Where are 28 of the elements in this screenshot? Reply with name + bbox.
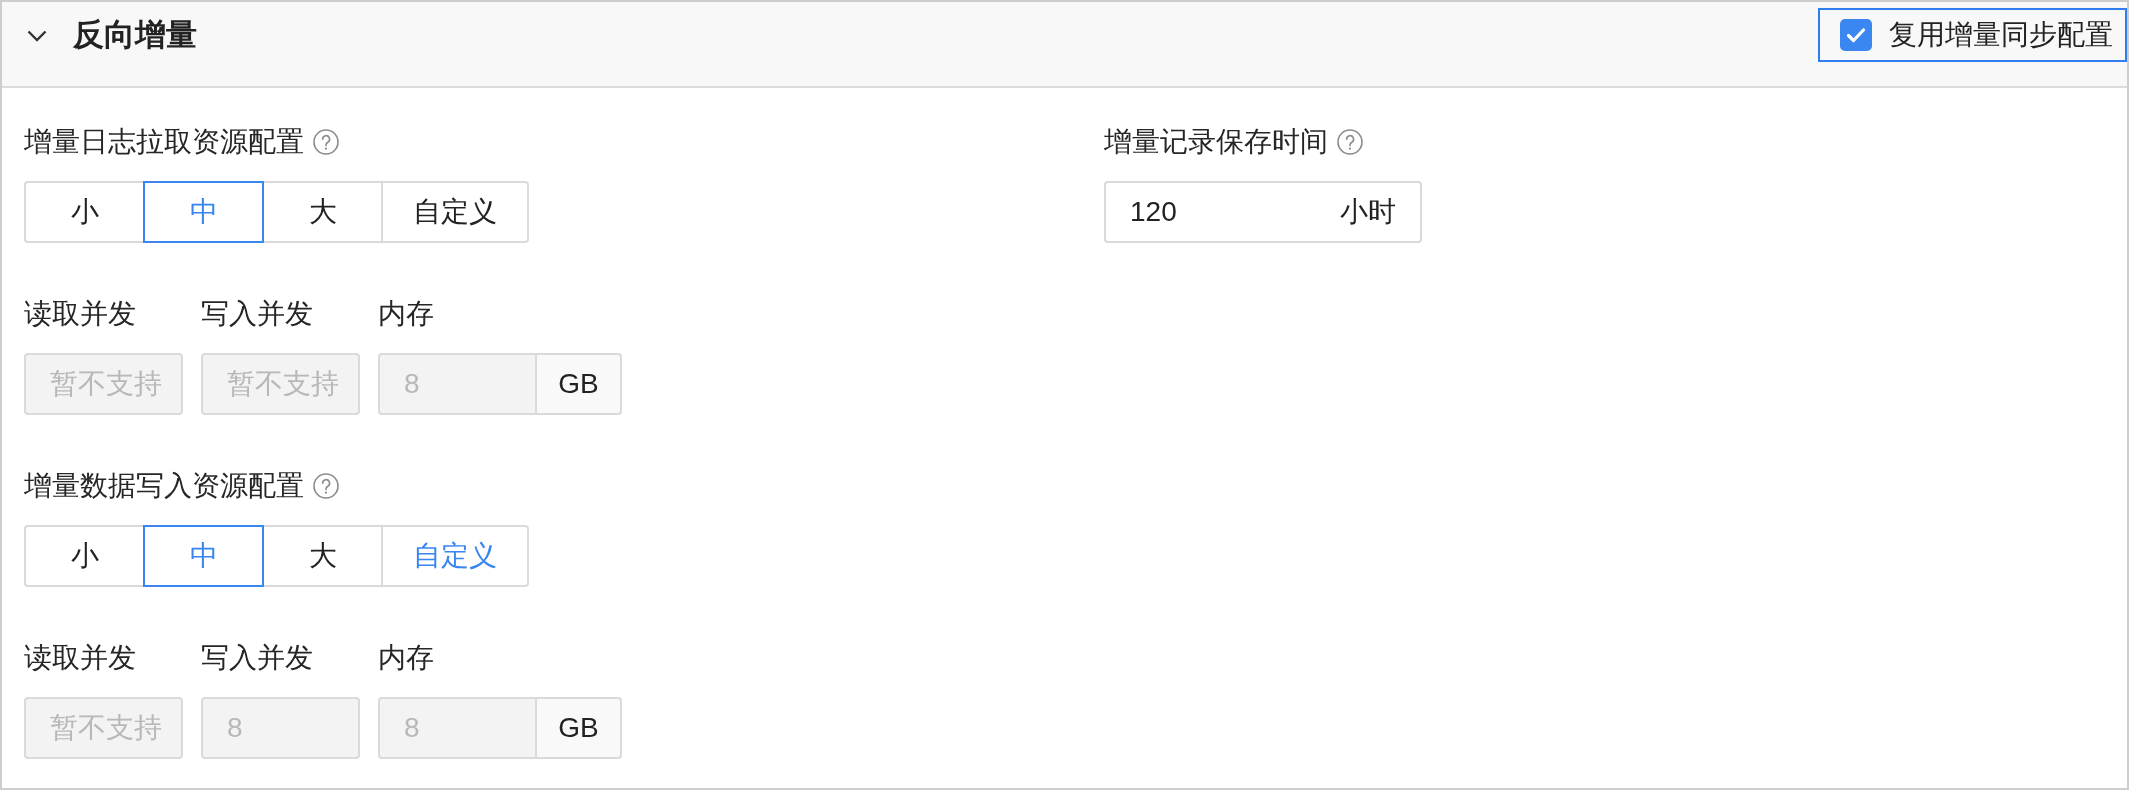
size-option[interactable]: 自定义: [381, 525, 529, 587]
unit-label: 小时: [1340, 195, 1396, 229]
size-option[interactable]: 自定义: [381, 181, 529, 243]
checkbox-label: 复用增量同步配置: [1889, 18, 2113, 52]
size-option[interactable]: 大: [262, 181, 383, 243]
size-option[interactable]: 小: [24, 525, 145, 587]
field-label: 内存: [378, 297, 435, 331]
field-label: 写入并发: [201, 641, 314, 675]
help-icon[interactable]: [1337, 129, 1363, 155]
field-label: 内存: [378, 641, 435, 675]
help-icon[interactable]: [313, 473, 339, 499]
unit-label: GB: [535, 697, 622, 759]
size-option[interactable]: 大: [262, 525, 383, 587]
field-label: 读取并发: [24, 641, 137, 675]
size-option[interactable]: 中: [143, 525, 264, 587]
group-label: 增量数据写入资源配置: [24, 469, 304, 503]
field-label: 增量记录保存时间: [1104, 125, 1328, 159]
unit-label: GB: [535, 353, 622, 415]
group-label: 增量日志拉取资源配置: [24, 125, 304, 159]
help-icon[interactable]: [313, 129, 339, 155]
size-option[interactable]: 中: [143, 181, 264, 243]
checkbox[interactable]: [1840, 19, 1872, 51]
chevron-icon[interactable]: [27, 30, 47, 42]
field-label: 写入并发: [201, 297, 314, 331]
size-option[interactable]: 小: [24, 181, 145, 243]
reuse-option[interactable]: 复用增量同步配置: [1818, 8, 2127, 62]
section-title: 反向增量: [73, 16, 197, 54]
field-label: 读取并发: [24, 297, 137, 331]
